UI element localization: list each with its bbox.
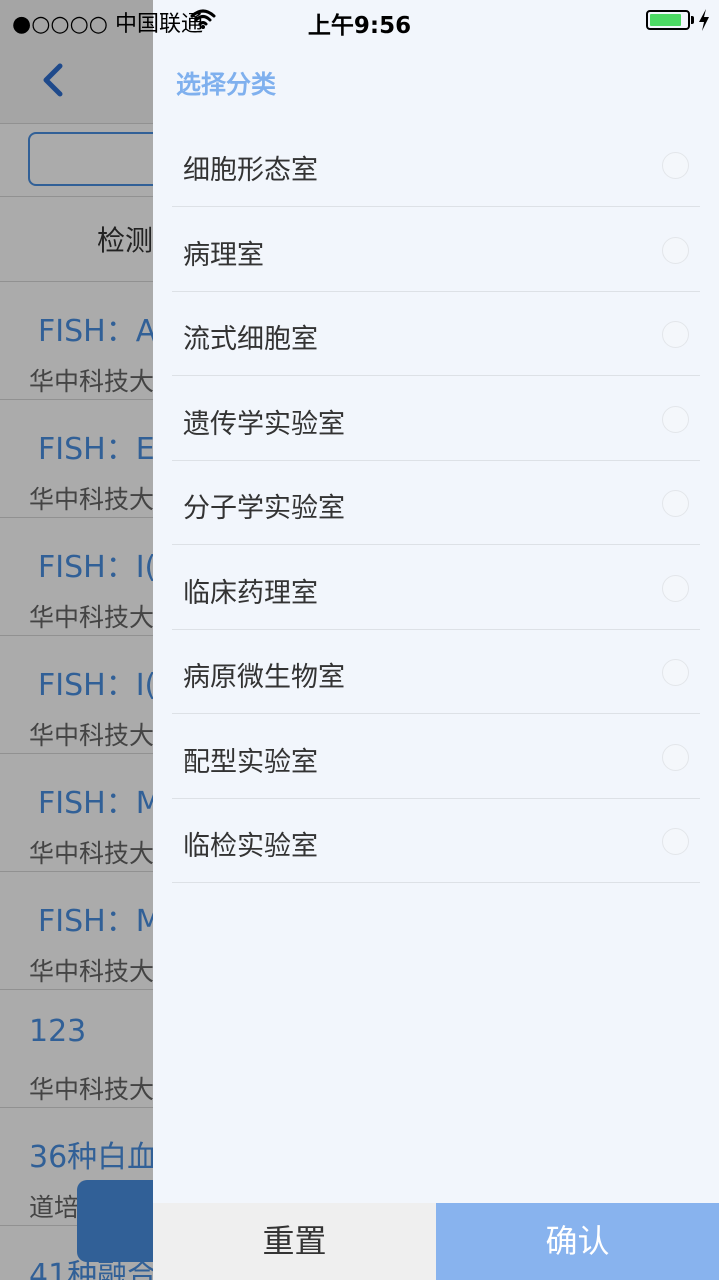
category-item[interactable]: 遗传学实验室 [172, 376, 700, 461]
radio-button[interactable] [662, 237, 689, 264]
charging-bolt-icon [699, 9, 709, 31]
category-item[interactable]: 临床药理室 [172, 545, 700, 630]
radio-button[interactable] [662, 321, 689, 348]
drawer-title: 选择分类 [176, 70, 277, 99]
reset-button[interactable]: 重置 [153, 1203, 436, 1280]
category-label: 遗传学实验室 [183, 409, 345, 440]
status-time: 上午9:56 [307, 13, 412, 39]
drawer-footer: 重置 确认 [153, 1203, 719, 1280]
radio-button[interactable] [662, 659, 689, 686]
confirm-button[interactable]: 确认 [436, 1203, 719, 1280]
category-label: 病理室 [183, 240, 264, 271]
radio-button[interactable] [662, 828, 689, 855]
category-item[interactable]: 分子学实验室 [172, 460, 700, 545]
category-item[interactable]: 临检实验室 [172, 798, 700, 883]
category-label: 病原微生物室 [183, 662, 345, 693]
category-label: 配型实验室 [183, 747, 318, 778]
category-label: 流式细胞室 [183, 324, 318, 355]
category-label: 临床药理室 [183, 578, 318, 609]
category-label: 分子学实验室 [183, 493, 345, 524]
radio-button[interactable] [662, 152, 689, 179]
category-drawer: 选择分类 细胞形态室 病理室 流式细胞室 遗传学实验室 分子学实验室 临床药理室… [153, 0, 719, 1280]
status-bar: ●○○○○ 中国联通 上午9:56 [0, 0, 719, 40]
radio-button[interactable] [662, 406, 689, 433]
category-item[interactable]: 病理室 [172, 207, 700, 292]
category-label: 细胞形态室 [183, 155, 318, 186]
battery-level [650, 14, 681, 26]
category-label: 临检实验室 [183, 831, 318, 862]
category-item[interactable]: 流式细胞室 [172, 291, 700, 376]
battery-icon [646, 10, 690, 30]
category-item[interactable]: 细胞形态室 [172, 122, 700, 207]
radio-button[interactable] [662, 490, 689, 517]
category-item[interactable]: 配型实验室 [172, 714, 700, 799]
radio-button[interactable] [662, 744, 689, 771]
category-item[interactable]: 病原微生物室 [172, 629, 700, 714]
battery-cap [691, 16, 694, 24]
radio-button[interactable] [662, 575, 689, 602]
